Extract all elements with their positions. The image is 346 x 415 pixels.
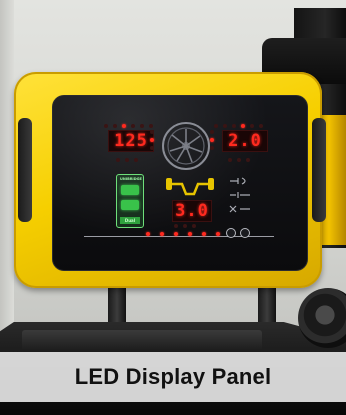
- indicator-dots-under-right: [228, 158, 250, 162]
- indicator-dots-left-column: [150, 130, 154, 150]
- round-button-left[interactable]: [226, 228, 236, 238]
- tray-rim: [22, 330, 262, 352]
- caption-bar: LED Display Panel: [0, 352, 346, 402]
- module-cell-lower: [121, 200, 139, 210]
- led-readout-left: 125: [108, 130, 154, 152]
- weight-clip-icon: [230, 177, 246, 185]
- module-bottom-label: Dual: [120, 217, 140, 224]
- keypad-indicator-dots: [146, 232, 220, 236]
- led-readout-right: 2.0: [222, 130, 268, 152]
- led-readout-lower: 3.0: [172, 200, 212, 222]
- indicator-dots-top-left: [104, 124, 153, 128]
- caption-text: LED Display Panel: [74, 364, 272, 389]
- wheel-rim-icon: [162, 122, 210, 170]
- weight-adhesive-icon: [230, 192, 250, 198]
- housing-grip-right: [312, 118, 326, 222]
- housing-grip-left: [18, 118, 32, 222]
- weight-hidden-icon: [229, 205, 250, 213]
- module-top-label: UNIBRIDGE: [120, 177, 142, 181]
- module-cell-upper: [121, 185, 139, 195]
- photo-scene: 125 2.0 3.0 UNIBRIDGE Dual LED Display P…: [0, 0, 346, 415]
- indicator-dots-under-lower: [174, 224, 196, 228]
- indicator-dots-top-right: [214, 124, 263, 128]
- green-balancer-module-icon: UNIBRIDGE Dual: [116, 174, 144, 228]
- axle-icon: [166, 178, 214, 196]
- round-button-right[interactable]: [240, 228, 250, 238]
- indicator-dots-under-left: [116, 158, 138, 162]
